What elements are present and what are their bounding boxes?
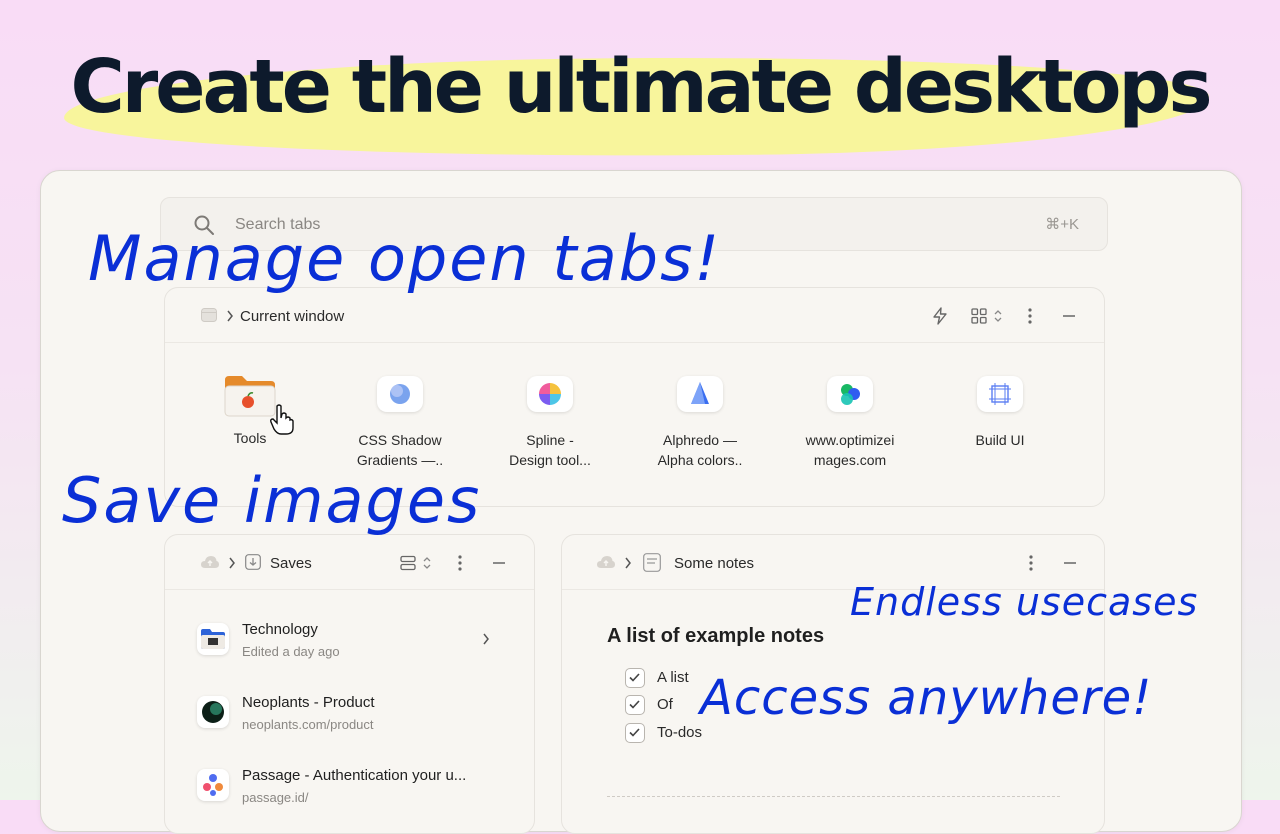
chevron-updown-icon[interactable] <box>993 308 1003 324</box>
note-icon <box>643 553 661 572</box>
list-item[interactable]: Neoplants - Product neoplants.com/produc… <box>197 694 527 744</box>
build-ui-favicon-icon <box>977 376 1023 412</box>
hero-title: Create the ultimate desktops <box>70 44 1212 130</box>
chevron-right-icon <box>227 310 233 322</box>
chevron-updown-icon[interactable] <box>422 555 432 571</box>
list-item-subtitle: Edited a day ago <box>242 644 340 659</box>
tab-label: www.optimizei mages.com <box>805 432 895 468</box>
tab-label: Alphredo — Alpha colors.. <box>657 432 743 468</box>
list-item-title: Neoplants - Product <box>242 694 375 711</box>
annotation-access: Access anywhere! <box>700 670 1153 726</box>
tab-tile-optimizeimages[interactable]: www.optimizei mages.com <box>775 376 925 470</box>
saves-title[interactable]: Saves <box>270 555 312 572</box>
list-item-subtitle: passage.id/ <box>242 790 309 805</box>
tab-tile-spline[interactable]: Spline - Design tool... <box>475 376 625 470</box>
tab-tile-css-shadow[interactable]: CSS Shadow Gradients —.. <box>325 376 475 470</box>
neoplants-favicon-icon <box>197 696 229 728</box>
saves-header: Saves <box>165 535 534 590</box>
chevron-right-icon[interactable] <box>482 633 490 645</box>
download-icon <box>245 554 261 570</box>
chevron-right-icon <box>625 557 631 569</box>
todo-label: Of <box>657 696 673 713</box>
todo-label: A list <box>657 669 689 686</box>
list-item[interactable]: Passage - Authentication your u... passa… <box>197 767 527 817</box>
more-vertical-icon[interactable] <box>458 555 462 571</box>
current-window-header: Current window <box>165 288 1104 343</box>
notes-heading: A list of example notes <box>607 625 825 647</box>
checkbox[interactable] <box>625 695 645 715</box>
passage-favicon-icon <box>197 769 229 801</box>
optimizeimages-favicon-icon <box>827 376 873 412</box>
grid-view-icon[interactable] <box>971 308 987 324</box>
hand-cursor-icon <box>270 404 294 435</box>
search-shortcut: ⌘+K <box>1045 216 1079 233</box>
check-icon <box>629 700 640 709</box>
alphredo-favicon-icon <box>677 376 723 412</box>
tab-tile-tools[interactable]: Tools <box>175 374 325 448</box>
tab-label: Tools <box>233 430 267 446</box>
current-window-title[interactable]: Current window <box>240 308 344 325</box>
folder-icon <box>197 623 229 655</box>
minimize-icon[interactable] <box>493 562 505 564</box>
list-view-icon[interactable] <box>400 555 416 571</box>
more-vertical-icon[interactable] <box>1028 308 1032 324</box>
minimize-icon[interactable] <box>1064 562 1076 564</box>
list-item[interactable]: Technology Edited a day ago <box>197 621 527 671</box>
checkbox[interactable] <box>625 668 645 688</box>
css-shadow-favicon-icon <box>377 376 423 412</box>
tab-tile-alphredo[interactable]: Alphredo — Alpha colors.. <box>625 376 775 470</box>
check-icon <box>629 728 640 737</box>
chevron-right-icon <box>229 557 235 569</box>
annotation-endless: Endless usecases <box>850 580 1199 624</box>
tab-label: Build UI <box>975 432 1025 448</box>
list-item-title: Passage - Authentication your u... <box>242 767 467 784</box>
cloud-icon <box>597 556 615 568</box>
minimize-icon[interactable] <box>1063 315 1075 317</box>
tab-tile-build-ui[interactable]: Build UI <box>925 376 1075 450</box>
lightning-icon[interactable] <box>932 307 948 325</box>
cloud-icon <box>201 556 219 568</box>
window-icon <box>201 308 217 322</box>
annotation-save: Save images <box>62 464 482 537</box>
check-icon <box>629 673 640 682</box>
notes-title[interactable]: Some notes <box>674 555 754 572</box>
spline-favicon-icon <box>527 376 573 412</box>
saves-panel: Saves Technology Edited a day ago Neopla… <box>164 534 535 834</box>
tab-label: Spline - Design tool... <box>509 432 591 468</box>
list-item-subtitle: neoplants.com/product <box>242 717 374 732</box>
divider <box>607 796 1060 797</box>
list-item-title: Technology <box>242 621 318 638</box>
annotation-manage: Manage open tabs! <box>88 222 722 295</box>
more-vertical-icon[interactable] <box>1029 555 1033 571</box>
checkbox[interactable] <box>625 723 645 743</box>
todo-label: To-dos <box>657 724 703 741</box>
